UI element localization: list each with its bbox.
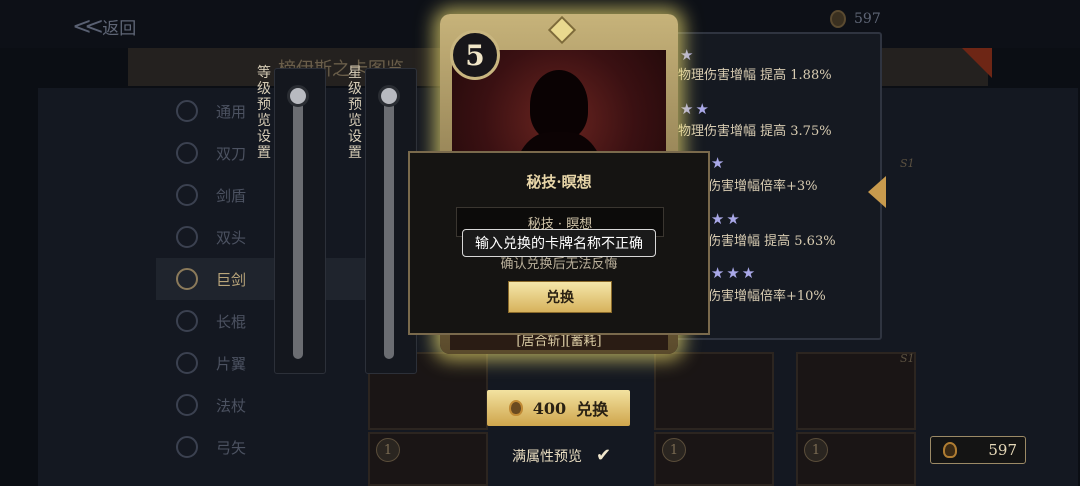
back-arrow-icon: << xyxy=(72,12,104,40)
card-thumbnail[interactable]: 1 xyxy=(368,432,488,486)
card-character-head xyxy=(530,70,588,140)
star-rating-1: ★ xyxy=(680,46,696,64)
exchange-label: 兑换 xyxy=(576,400,609,419)
top-currency: 597 xyxy=(830,10,881,28)
confirm-exchange-button[interactable]: 兑换 xyxy=(508,281,612,313)
level-slider-track[interactable] xyxy=(293,97,303,359)
back-button[interactable]: << 返回 xyxy=(72,12,136,40)
level-preview-label: 等级预览设置 xyxy=(257,65,271,161)
category-label: 剑盾 xyxy=(216,186,247,205)
category-icon xyxy=(176,226,198,248)
coin-icon xyxy=(830,10,846,28)
side-label: S1 xyxy=(900,157,915,170)
category-icon xyxy=(176,142,198,164)
star-slider-knob[interactable] xyxy=(378,85,400,107)
currency-display: 597 xyxy=(930,436,1026,464)
star-rating-2: ★★ xyxy=(680,100,711,118)
category-icon xyxy=(176,100,198,122)
card-thumbnail[interactable]: 1 xyxy=(796,432,916,486)
currency-value: 597 xyxy=(988,441,1017,459)
greatsword-icon xyxy=(176,268,198,290)
category-icon xyxy=(176,436,198,458)
category-label: 双头 xyxy=(216,228,247,247)
category-icon xyxy=(176,310,198,332)
corner-ribbon xyxy=(962,48,992,78)
category-icon xyxy=(176,352,198,374)
level-preview-slider-panel: 等级预览设置 xyxy=(257,65,326,374)
category-icon xyxy=(176,184,198,206)
effect-text-5: 伤害增幅倍率+10% xyxy=(708,289,826,304)
flame-coin-icon xyxy=(943,442,957,458)
card-thumbnail[interactable]: 1 xyxy=(654,432,774,486)
category-icon xyxy=(176,394,198,416)
category-label: 片翼 xyxy=(216,354,247,373)
category-label: 双刀 xyxy=(216,144,247,163)
dialog-title: 秘技·瞑想 xyxy=(526,173,592,191)
coin-icon xyxy=(508,400,523,416)
card-cost-badge: 1 xyxy=(804,438,828,462)
category-label: 弓矢 xyxy=(216,438,247,457)
effect-text-1: 物理伤害增幅 提高 1.88% xyxy=(678,68,832,83)
effect-text-4: 伤害增幅 提高 5.63% xyxy=(708,234,836,249)
category-label: 巨剑 xyxy=(216,270,247,289)
card-thumbnail[interactable] xyxy=(654,352,774,430)
effect-text-2: 物理伤害增幅 提高 3.75% xyxy=(678,124,832,139)
category-label: 长棍 xyxy=(216,312,247,331)
full-attribute-preview-label: 满属性预览 xyxy=(512,449,582,465)
panel-toggle-arrow-icon[interactable] xyxy=(868,176,886,208)
category-label: 通用 xyxy=(216,102,247,121)
effect-text-3: 伤害增幅倍率+3% xyxy=(708,179,818,194)
star-slider-track[interactable] xyxy=(384,97,394,359)
error-toast: 输入兑换的卡牌名称不正确 xyxy=(462,229,656,257)
card-cost-badge: 1 xyxy=(662,438,686,462)
side-label: S1 xyxy=(900,352,915,365)
card-cost-badge: 1 xyxy=(376,438,400,462)
exchange-cost-button[interactable]: 400 兑换 xyxy=(487,390,630,426)
checkmark-icon[interactable]: ✔ xyxy=(596,447,614,465)
category-label: 法杖 xyxy=(216,396,247,415)
full-attribute-preview-toggle[interactable]: 满属性预览 ✔ xyxy=(512,446,614,466)
back-label: 返回 xyxy=(102,18,137,39)
star-preview-label: 星级预览设置 xyxy=(348,65,362,161)
level-slider-knob[interactable] xyxy=(287,85,309,107)
exchange-cost: 400 xyxy=(532,398,567,418)
card-cost: 5 xyxy=(450,30,500,80)
top-currency-value: 597 xyxy=(854,11,881,27)
card-thumbnail[interactable] xyxy=(796,352,916,430)
